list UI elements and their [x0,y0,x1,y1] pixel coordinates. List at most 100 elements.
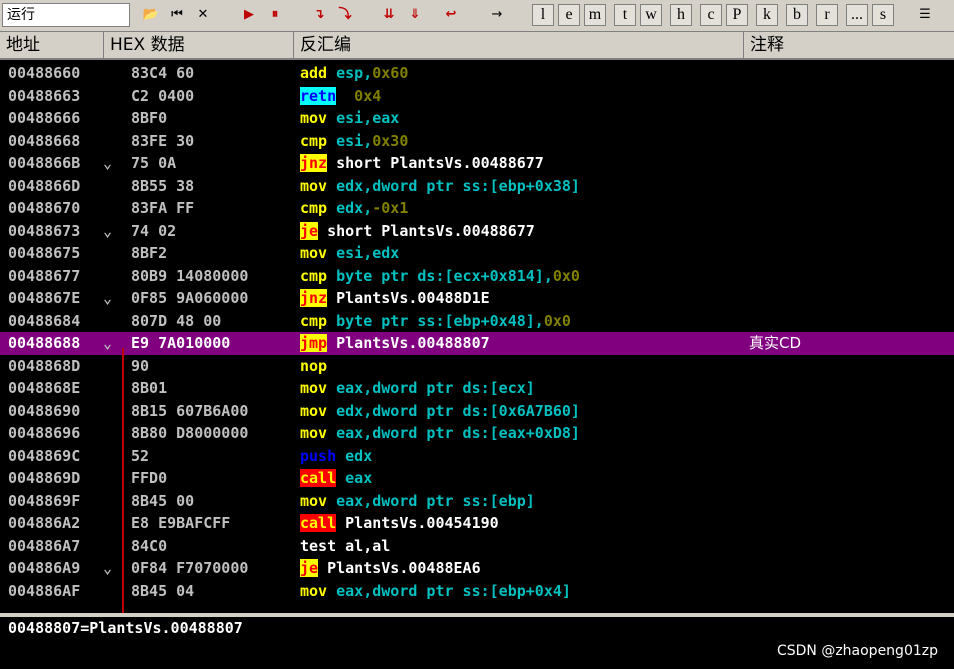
instruction: cmp edx,-0x1 [300,197,408,220]
code-row[interactable]: 0048866D 8B55 38 mov edx,dword ptr ss:[ebp… [0,175,954,198]
info-pane: 00488807=PlantsVs.00488807 CSDN @zhaopen… [0,617,954,669]
window-button-P[interactable]: P [726,4,748,26]
execute-till-return-icon[interactable]: ↩ [440,4,462,26]
address: 0048866B [8,154,81,172]
goto-icon[interactable]: → [486,4,508,26]
window-button-w[interactable]: w [640,4,662,26]
mnemonic: cmp [300,266,328,285]
jump-target: PlantsVs.00488807 [327,334,490,352]
run-icon[interactable]: ▶ [238,4,260,26]
hex-bytes: 52 [131,446,150,465]
code-row[interactable]: 00488660 83C4 60 add esp,0x60 [0,62,954,85]
hex-bytes: 8B55 38 [131,176,195,195]
address: 00488670 [8,199,81,217]
jump-marker: ⌄ [103,289,113,307]
instruction: jmp PlantsVs.00488807 [300,332,490,355]
window-button-e[interactable]: e [558,4,580,26]
code-row[interactable]: 0048869F 8B45 00 mov eax,dword ptr ss:[ebp… [0,490,954,513]
restart-icon[interactable]: ⏮ [166,4,188,26]
address: 0048869C [8,446,81,465]
operands: eax,dword ptr ss:[ebp+0x4] [336,581,571,600]
code-row[interactable]: 0048867E ⌄ 0F85 9A060000 jnz PlantsVs.00488… [0,287,954,310]
column-header: 地址 HEX 数据 反汇编 注释 [0,32,954,60]
list-icon[interactable]: ☰ [914,4,936,26]
open-icon[interactable]: 📂 [140,4,162,26]
hex-bytes: 84C0 [131,536,168,555]
code-row[interactable]: 00488670 83FA FF cmp edx,-0x1 [0,197,954,220]
hex-bytes: 807D 48 00 [131,311,222,330]
header-address[interactable]: 地址 [0,32,104,58]
trace-over-icon[interactable]: ⇓ [404,4,426,26]
operands: al,al [345,536,391,555]
code-row[interactable]: 00488696 8B80 D8000000 mov eax,dword ptr d… [0,422,954,445]
instruction: cmp byte ptr ds:[ecx+0x814],0x0 [300,265,580,288]
instruction: mov eax,dword ptr ss:[ebp] [300,490,535,513]
jump-marker: ⌄ [103,334,113,352]
hex-bytes: 8B80 D8000000 [131,424,249,442]
window-button-l[interactable]: l [532,4,554,26]
code-row[interactable]: 00488684 807D 48 00 cmp byte ptr ss:[ebp+0… [0,310,954,333]
immediate: 0x60 [372,64,409,82]
code-row[interactable]: 0048869C 52 push edx [0,445,954,468]
selected-row[interactable]: 00488688 ⌄ E9 7A010000 jmp PlantsVs.0048880… [0,332,954,355]
operands: edx,dword ptr ds:[0x6A7B60] [336,401,580,420]
address: 004886A7 [8,536,81,555]
header-disassembly[interactable]: 反汇编 [294,32,744,58]
jump-target: PlantsVs.00488D1E [327,289,490,307]
window-button-r[interactable]: r [816,4,838,26]
toolbar: 运行 📂 ⏮ ✕ ▶ ⏸ ↴ ⤵ ⇊ ⇓ ↩ → ☰ l e m t w h c Pk b r..… [0,0,954,32]
window-button-c[interactable]: c [700,4,722,26]
code-row[interactable]: 00488675 8BF2 mov esi,edx [0,242,954,265]
code-row[interactable]: 0048869D FFD0 call eax [0,467,954,490]
instruction: jnz PlantsVs.00488D1E [300,287,490,310]
header-hex[interactable]: HEX 数据 [104,32,294,58]
step-over-icon[interactable]: ⤵ [334,4,356,26]
pause-icon[interactable]: ⏸ [264,4,286,26]
mnemonic: mov [300,424,328,442]
window-button-t[interactable]: t [614,4,636,26]
code-row[interactable]: 0048868D 90 nop [0,355,954,378]
window-button-k[interactable]: k [756,4,778,26]
hex-bytes: 74 02 [131,221,177,240]
window-button-s[interactable]: s [872,4,894,26]
immediate: 0x0 [552,266,580,285]
operands: eax,dword ptr ds:[eax+0xD8] [336,424,580,442]
code-row[interactable]: 00488690 8B15 607B6A00 mov edx,dword ptr d… [0,400,954,423]
mnemonic: push [300,446,337,465]
watermark: CSDN @zhaopeng01zp [776,643,938,659]
trace-into-icon[interactable]: ⇊ [378,4,400,26]
immediate: -0x1 [372,199,409,217]
header-comment[interactable]: 注释 [744,32,954,58]
code-row[interactable]: 00488677 80B9 14080000 cmp byte ptr ds:[ec… [0,265,954,288]
window-button-m[interactable]: m [584,4,606,26]
code-row[interactable]: 0048868E 8B01 mov eax,dword ptr ds:[ecx] [0,377,954,400]
operands: esi,edx [336,244,400,262]
code-row[interactable]: 0048866B ⌄ 75 0A jnz short PlantsVs.0048867… [0,152,954,175]
mnemonic: nop [300,356,328,375]
code-row[interactable]: 00488673 ⌄ 74 02 je short PlantsVs.00488677 [0,220,954,243]
window-button-h[interactable]: h [670,4,692,26]
code-row[interactable]: 004886A9 ⌄ 0F84 F7070000 je PlantsVs.00488E… [0,557,954,580]
window-button-b[interactable]: b [786,4,808,26]
info-text: 00488807=PlantsVs.00488807 [8,619,243,637]
hex-bytes: 80B9 14080000 [131,266,249,285]
hex-bytes: 75 0A [131,154,177,172]
operands: esi, [336,131,373,150]
address: 00488660 [8,64,81,82]
code-row[interactable]: 004886A2 E8 E9BAFCFF call PlantsVs.0045419… [0,512,954,535]
code-row[interactable]: 00488668 83FE 30 cmp esi,0x30 [0,130,954,153]
close-icon[interactable]: ✕ [192,4,214,26]
code-row[interactable]: 004886AF 8B45 04 mov eax,dword ptr ss:[ebp… [0,580,954,603]
step-into-icon[interactable]: ↴ [308,4,330,26]
code-row[interactable]: 00488666 8BF0 mov esi,eax [0,107,954,130]
address: 00488666 [8,109,81,127]
address: 0048869D [8,469,81,487]
hex-bytes: 8B45 04 [131,581,195,600]
window-button-more[interactable]: ... [846,4,868,26]
operands: edx, [336,199,373,217]
code-row[interactable]: 004886A7 84C0 test al,al [0,535,954,558]
disassembly-pane[interactable]: 00488660 83C4 60 add esp,0x60 00488663 C2 04… [0,62,954,613]
code-row[interactable]: 00488663 C2 0400 retn 0x4 [0,85,954,108]
hex-bytes: 8B15 607B6A00 [131,401,249,420]
jump-marker: ⌄ [103,559,113,577]
